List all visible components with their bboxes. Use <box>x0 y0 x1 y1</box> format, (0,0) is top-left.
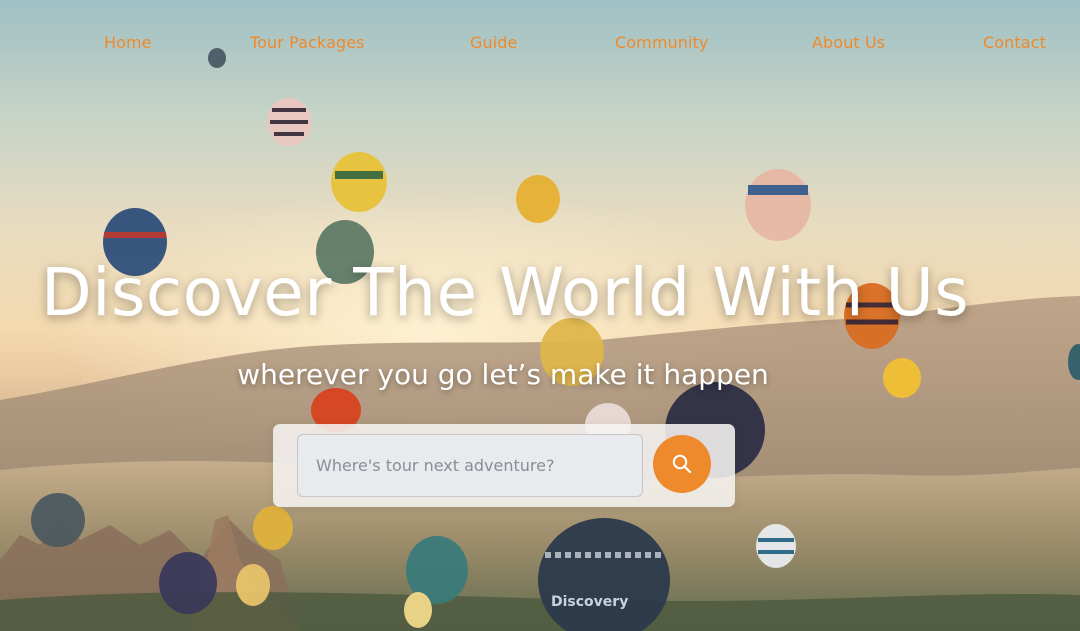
balloon-discovery-text: Discovery <box>551 594 628 610</box>
nav-link-contact[interactable]: Contact <box>983 33 1046 52</box>
main-navigation: Home Tour Packages Guide Community About… <box>0 0 1080 88</box>
search-button[interactable] <box>653 435 711 493</box>
hero-title: Discover The World With Us <box>40 254 970 331</box>
nav-link-tour-packages[interactable]: Tour Packages <box>250 33 365 52</box>
nav-link-community[interactable]: Community <box>615 33 709 52</box>
hero-subtitle: wherever you go let’s make it happen <box>237 358 769 391</box>
search-icon <box>671 453 693 475</box>
search-input[interactable] <box>297 434 643 497</box>
search-card <box>273 424 735 507</box>
hero-section: Discovery Home Tour Packages Guide Commu… <box>0 0 1080 631</box>
nav-link-home[interactable]: Home <box>104 33 152 52</box>
nav-link-guide[interactable]: Guide <box>470 33 517 52</box>
nav-link-about-us[interactable]: About Us <box>812 33 885 52</box>
